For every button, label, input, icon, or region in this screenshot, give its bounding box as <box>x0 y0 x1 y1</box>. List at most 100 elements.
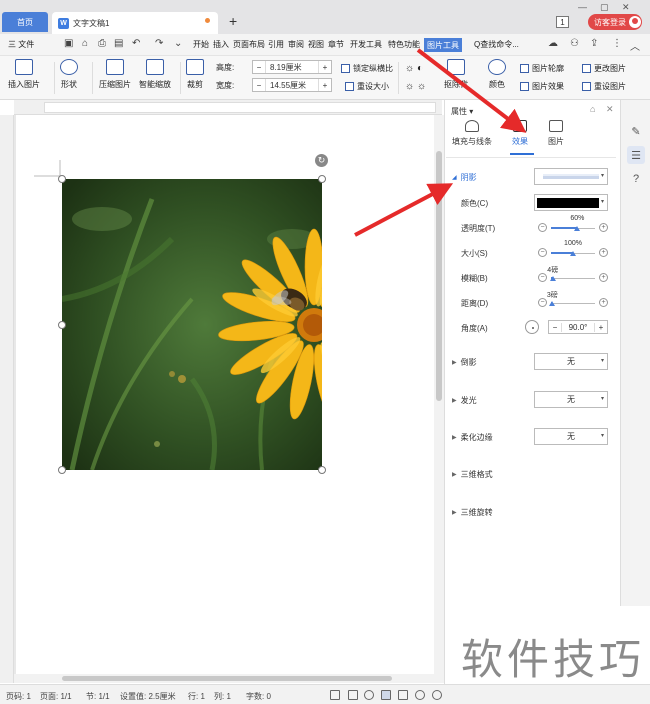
horizontal-scrollbar[interactable] <box>14 674 434 683</box>
maximize-icon[interactable]: ▢ <box>600 2 609 13</box>
height-value[interactable]: 8.19厘米 <box>265 61 319 73</box>
section-glow[interactable]: ▶ 发光 <box>452 395 477 406</box>
increase-icon[interactable]: + <box>599 298 608 307</box>
height-increment[interactable]: + <box>319 63 331 72</box>
menu-start[interactable]: 开始 <box>193 39 209 50</box>
transparency-slider[interactable]: − 60% + <box>538 215 608 234</box>
section-3d-format[interactable]: ▶ 三维格式 <box>452 469 493 480</box>
minimize-icon[interactable]: — <box>578 2 587 12</box>
decrease-icon[interactable]: − <box>538 298 547 307</box>
resize-handle-top-left[interactable] <box>58 175 66 183</box>
tab-effect[interactable]: 效果 <box>512 120 528 147</box>
menu-insert[interactable]: 插入 <box>213 39 229 50</box>
picture-effect-button[interactable]: 图片效果 <box>520 81 564 92</box>
status-line[interactable]: 行: 1 <box>188 691 205 702</box>
resize-handle-left[interactable] <box>58 321 66 329</box>
format-painter-icon[interactable]: ⌂ <box>82 38 88 49</box>
more-chevron-icon[interactable]: ⌄ <box>174 38 182 49</box>
reading-mode-icon[interactable] <box>348 690 358 700</box>
resize-handle-top[interactable] <box>318 175 326 183</box>
menu-chapter[interactable]: 章节 <box>328 39 344 50</box>
edit-pen-icon[interactable]: ✎ <box>627 122 645 140</box>
width-stepper[interactable]: −14.55厘米 + <box>252 78 332 92</box>
section-soft-edges[interactable]: ▶ 柔化边缘 <box>452 432 493 443</box>
width-increment[interactable]: + <box>319 81 331 90</box>
brightness-icon[interactable]: ☼ ◐ <box>405 63 423 74</box>
rotate-handle-icon[interactable]: ↻ <box>315 154 328 167</box>
angle-dial-icon[interactable] <box>525 320 539 334</box>
scrollbar-thumb[interactable] <box>62 676 392 681</box>
section-shadow[interactable]: ◢ 阴影 <box>452 172 477 183</box>
login-button[interactable]: 访客登录 <box>588 14 642 30</box>
shadow-preset-dropdown[interactable]: ▾ <box>534 168 608 185</box>
save-icon[interactable]: ▣ <box>64 38 73 49</box>
angle-value[interactable]: 90.0° <box>561 322 595 332</box>
height-decrement[interactable]: − <box>253 63 265 72</box>
menu-reference[interactable]: 引用 <box>268 39 284 50</box>
slider-knob[interactable] <box>574 226 581 231</box>
status-page[interactable]: 页面: 1/1 <box>40 691 72 702</box>
reset-picture-button[interactable]: 重设图片 <box>582 81 626 92</box>
outline-view-icon[interactable] <box>398 690 408 700</box>
decrease-icon[interactable]: − <box>538 223 547 232</box>
status-column[interactable]: 列: 1 <box>214 691 231 702</box>
angle-stepper[interactable]: −90.0° + <box>548 320 608 334</box>
menu-layout[interactable]: 页面布局 <box>233 39 265 50</box>
collapse-ribbon-icon[interactable]: ︿ <box>630 38 640 53</box>
section-reflection[interactable]: ▶ 倒影 <box>452 357 477 368</box>
reset-size-button[interactable]: 重设大小 <box>345 81 389 92</box>
undo-icon[interactable]: ↶ <box>132 38 140 49</box>
slider-knob[interactable] <box>549 301 556 306</box>
new-tab-button[interactable]: + <box>229 13 237 29</box>
search-command[interactable]: Q查找命令... <box>474 39 519 50</box>
vertical-ruler[interactable] <box>0 115 14 683</box>
close-panel-icon[interactable]: ✕ <box>606 104 614 115</box>
print-icon[interactable]: ⎙ <box>98 38 106 49</box>
decrease-icon[interactable]: − <box>538 248 547 257</box>
eye-protection-icon[interactable] <box>432 690 442 700</box>
menu-review[interactable]: 审阅 <box>288 39 304 50</box>
close-window-icon[interactable]: ✕ <box>622 2 630 13</box>
print-preview-icon[interactable]: ▤ <box>114 38 123 49</box>
section-3d-rotation[interactable]: ▶ 三维旋转 <box>452 507 493 518</box>
change-picture-button[interactable]: 更改图片 <box>582 63 626 74</box>
insert-picture-button[interactable]: 插入图片 <box>8 59 40 90</box>
picture-outline-button[interactable]: 图片轮廓 <box>520 63 564 74</box>
resize-handle-bottom-left[interactable] <box>58 466 66 474</box>
matting-button[interactable]: 抠除背 <box>444 59 468 90</box>
shape-button[interactable]: 形状 <box>60 59 78 90</box>
angle-increment[interactable]: + <box>595 323 607 332</box>
increase-icon[interactable]: + <box>599 273 608 282</box>
smart-zoom-button[interactable]: 智能缩放 <box>139 59 171 90</box>
resize-handle-bottom[interactable] <box>318 466 326 474</box>
angle-decrement[interactable]: − <box>549 323 561 332</box>
menu-view[interactable]: 视图 <box>308 39 324 50</box>
distance-slider[interactable]: −3磅 + <box>538 292 608 309</box>
contrast-icon[interactable]: ☼ ☼ <box>405 81 426 92</box>
status-word-count[interactable]: 字数: 0 <box>246 691 271 702</box>
menu-picture-tools[interactable]: 图片工具 <box>424 38 462 52</box>
lock-ratio-checkbox[interactable]: 锁定纵横比 <box>341 63 393 74</box>
size-slider[interactable]: − 100% + <box>538 240 608 259</box>
menu-developer[interactable]: 开发工具 <box>350 39 382 50</box>
shadow-color-picker[interactable]: ▾ <box>534 194 608 211</box>
panel-title[interactable]: 属性 ▾ <box>451 106 473 117</box>
web-view-icon[interactable] <box>415 690 425 700</box>
status-section[interactable]: 节: 1/1 <box>86 691 110 702</box>
glow-dropdown[interactable]: 无 ▾ <box>534 391 608 408</box>
tab-home[interactable]: 首页 <box>2 12 48 32</box>
width-decrement[interactable]: − <box>253 81 265 90</box>
blur-slider[interactable]: −4磅 + <box>538 267 608 284</box>
cloud-icon[interactable]: ☁ <box>548 38 558 49</box>
tab-document[interactable]: W 文字文稿1 <box>52 12 218 34</box>
redo-icon[interactable]: ↷ <box>155 38 163 49</box>
tab-fill-line[interactable]: 填充与线条 <box>452 120 492 147</box>
reflection-dropdown[interactable]: 无 ▾ <box>534 353 608 370</box>
decrease-icon[interactable]: − <box>538 273 547 282</box>
status-page-code[interactable]: 页码: 1 <box>6 691 31 702</box>
slider-knob[interactable] <box>549 276 556 281</box>
share-icon[interactable]: ⇪ <box>590 38 598 49</box>
more-icon[interactable]: ⋮ <box>612 38 622 49</box>
flower-picture[interactable] <box>62 179 322 470</box>
fullscreen-icon[interactable] <box>330 690 340 700</box>
